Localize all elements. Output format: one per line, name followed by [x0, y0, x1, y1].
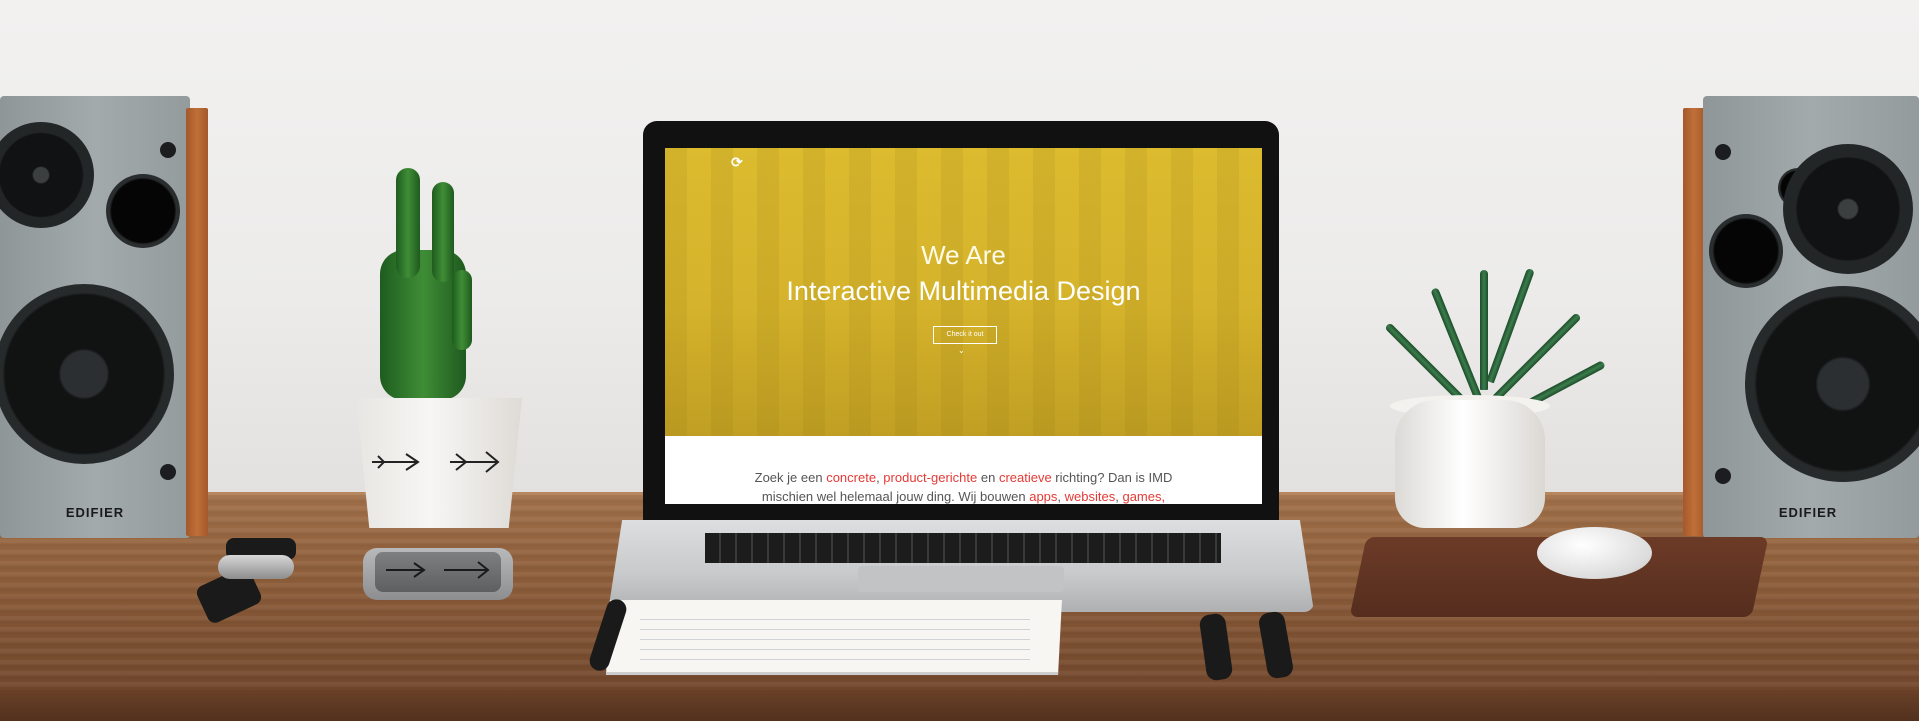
intro-link-games[interactable]: games: [1122, 489, 1161, 504]
laptop-screen: ⟳ We Are Interactive Multimedia Design C…: [665, 148, 1262, 504]
speaker-screw: [160, 464, 176, 480]
intro-text: richting? Dan is IMD: [1051, 470, 1173, 485]
laptop-trackpad: [858, 566, 1064, 592]
intro-link-product[interactable]: product-gerichte: [883, 470, 977, 485]
intro-text: ,: [1057, 489, 1065, 504]
intro-text: en: [977, 470, 999, 485]
cactus-arm: [396, 168, 420, 278]
speaker-port: [106, 174, 180, 248]
chevron-down-icon[interactable]: ⌄: [958, 346, 965, 355]
speaker-screw: [1715, 468, 1731, 484]
speaker-tweeter: [1783, 144, 1913, 274]
cactus-arm: [432, 182, 454, 282]
intro-link-apps[interactable]: apps: [1029, 489, 1057, 504]
laptop-keyboard: [705, 533, 1221, 563]
arrow-reflection-icon: [386, 561, 490, 579]
arrow-decoration-icon: [372, 451, 500, 473]
notebook-sketches: [640, 610, 1030, 660]
intro-paragraph: Zoek je een concrete, product-gerichte e…: [665, 468, 1262, 504]
desk-front: [0, 690, 1919, 721]
speaker-woofer: [0, 284, 174, 464]
imd-logo-icon[interactable]: ⟳: [731, 154, 743, 171]
hero-subtitle: We Are: [921, 240, 1006, 270]
speaker-brand-label: EDIFIER: [1778, 505, 1838, 520]
check-it-out-button[interactable]: Check it out: [933, 326, 997, 344]
cactus-arm: [452, 270, 472, 350]
speaker-screw: [160, 142, 176, 158]
speaker-screw: [1715, 144, 1731, 160]
intro-text: mischien wel helemaal jouw ding. Wij bou…: [761, 489, 1030, 504]
intro-text: ,: [1161, 489, 1166, 504]
hero-title: Interactive Multimedia Design: [786, 276, 1141, 306]
plant-leaf: [1480, 270, 1488, 390]
speaker-port: [1709, 214, 1783, 288]
left-speaker: EDIFIER: [0, 96, 210, 538]
intro-text: Zoek je een: [754, 470, 827, 485]
speaker-wood-side: [1683, 108, 1705, 536]
right-speaker: EDIFIER: [1683, 96, 1919, 538]
wristwatch: [218, 555, 294, 579]
speaker-wood-side: [186, 108, 208, 536]
speaker-brand-label: EDIFIER: [65, 505, 125, 520]
white-planter-right: [1395, 400, 1545, 528]
intro-link-websites[interactable]: websites: [1065, 489, 1116, 504]
intro-link-concrete[interactable]: concrete: [826, 470, 876, 485]
intro-link-creatieve[interactable]: creatieve: [999, 470, 1052, 485]
computer-mouse: [1537, 527, 1652, 579]
